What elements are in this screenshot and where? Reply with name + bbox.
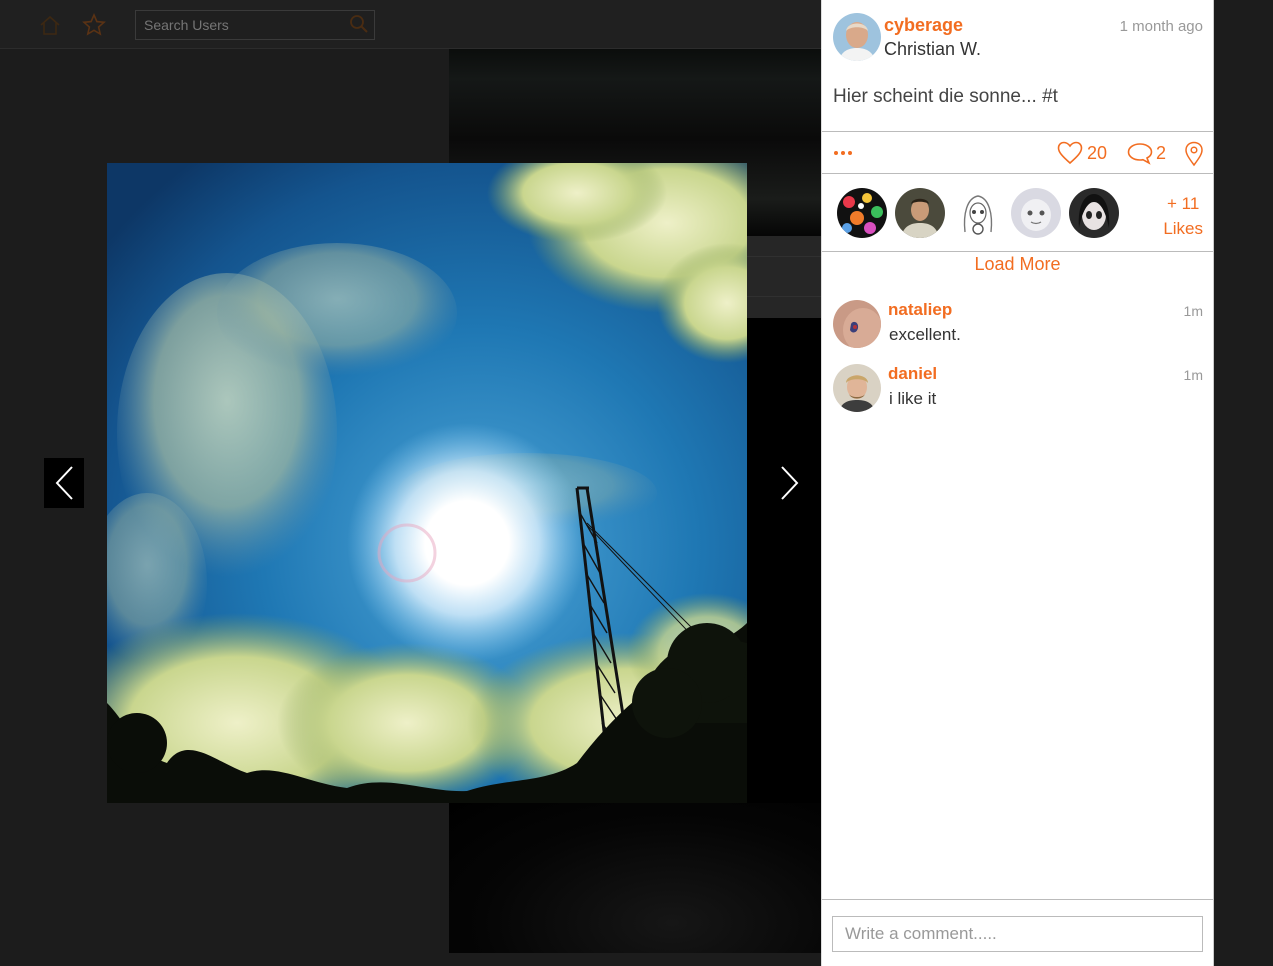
comment-timestamp: 1m [1183,367,1203,383]
liker-avatar[interactable] [895,188,945,238]
post-caption: Hier scheint die sonne... #t [833,86,1058,107]
comment-input[interactable] [832,916,1203,952]
more-likes-count: + 11 [1167,194,1200,213]
commenter-avatar[interactable] [833,300,881,348]
heart-icon[interactable] [1057,141,1083,165]
comment-count[interactable]: 2 [1156,143,1166,164]
comment-composer [822,899,1213,966]
like-count[interactable]: 20 [1087,143,1107,164]
liker-avatar[interactable] [1069,188,1119,238]
background-photo-lower [449,803,821,953]
more-likes-label: Likes [1163,219,1203,238]
comment-timestamp: 1m [1183,303,1203,319]
post-actions: 20 2 [822,131,1213,174]
background-strip [747,236,821,318]
liker-avatar[interactable] [1011,188,1061,238]
more-likes-link[interactable]: + 11 Likes [1163,191,1203,241]
comment-item: nataliep excellent. 1m [822,300,1213,350]
load-more-button[interactable]: Load More [822,254,1213,275]
author-username[interactable]: cyberage [884,15,963,36]
likers-row: + 11 Likes [822,175,1213,252]
post-timestamp: 1 month ago [1119,18,1203,35]
location-pin-icon[interactable] [1184,141,1204,167]
chevron-left-icon [55,466,73,500]
home-icon[interactable] [38,13,62,37]
chevron-right-icon [781,466,799,500]
liker-avatar[interactable] [953,188,1003,238]
author-full-name: Christian W. [884,39,982,59]
author-avatar[interactable] [833,13,881,61]
search-input[interactable] [135,10,375,40]
liker-avatar[interactable] [837,188,887,238]
more-options-icon[interactable] [832,146,856,160]
comment-username[interactable]: daniel [888,364,937,384]
search-icon[interactable] [349,14,369,34]
comment-username[interactable]: nataliep [888,300,952,320]
commenter-avatar[interactable] [833,364,881,412]
next-photo-button[interactable] [770,458,810,508]
previous-photo-button[interactable] [44,458,84,508]
page-backdrop [1214,0,1273,966]
post-photo [107,163,747,803]
post-detail-panel: cyberage Christian W. 1 month ago Hier s… [821,0,1214,966]
comment-text: i like it [889,389,937,408]
comment-bubble-icon[interactable] [1127,142,1153,166]
comment-item: daniel i like it 1m [822,364,1213,414]
comment-text: excellent. [889,325,961,344]
star-icon[interactable] [82,13,106,37]
photo-viewer: cyberage Christian W. 1 month ago Hier s… [0,0,1273,966]
